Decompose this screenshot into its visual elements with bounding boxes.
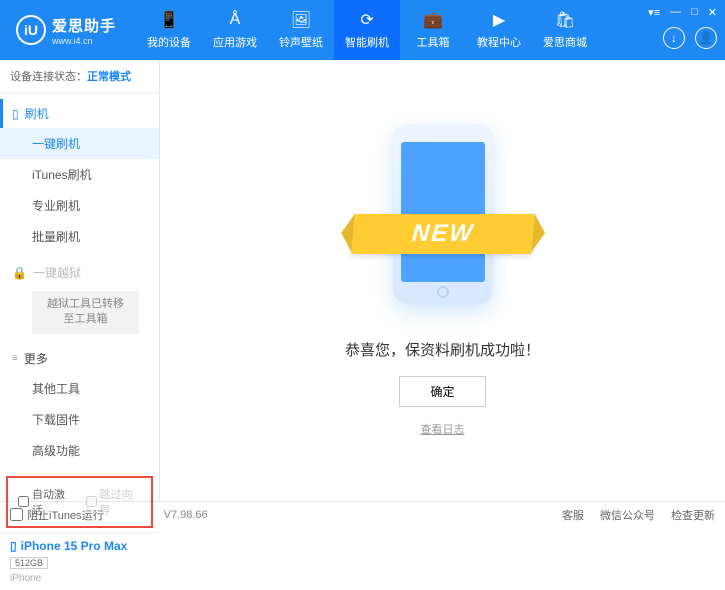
tab-toolbox[interactable]: 💼工具箱 xyxy=(400,0,466,60)
maximize-icon[interactable]: □ xyxy=(691,6,698,19)
device-icon: 📱 xyxy=(159,10,179,30)
device-capacity: 512GB xyxy=(10,557,48,569)
tutorial-icon: ▶ xyxy=(489,10,509,30)
lock-icon: 🔒 xyxy=(12,266,27,280)
main-content: NEW 恭喜您，保资料刷机成功啦！ 确定 查看日志 xyxy=(160,60,725,501)
sidebar-item-othertools[interactable]: 其他工具 xyxy=(0,373,159,404)
sidebar-item-itunes[interactable]: iTunes刷机 xyxy=(0,159,159,190)
device-icon: ▯ xyxy=(10,539,17,553)
nav-tabs: 📱我的设备 Å应用游戏 🖼铃声壁纸 ⟳智能刷机 💼工具箱 ▶教程中心 🛍爱思商城 xyxy=(136,0,598,60)
success-message: 恭喜您，保资料刷机成功啦！ xyxy=(345,339,540,360)
version-label: V7.98.66 xyxy=(164,509,208,521)
checkbox-block-itunes[interactable]: 阻止iTunes运行 xyxy=(10,507,104,523)
user-icon[interactable]: 👤 xyxy=(695,27,717,49)
tab-apps[interactable]: Å应用游戏 xyxy=(202,0,268,60)
sidebar-item-batch[interactable]: 批量刷机 xyxy=(0,221,159,252)
footer-link-wechat[interactable]: 微信公众号 xyxy=(600,507,655,523)
logo: iU 爱思助手 www.i4.cn xyxy=(8,15,116,46)
minimize-icon[interactable]: — xyxy=(670,6,681,19)
apps-icon: Å xyxy=(225,10,245,30)
phone-icon: ▯ xyxy=(12,107,19,121)
tab-ringtones[interactable]: 🖼铃声壁纸 xyxy=(268,0,334,60)
device-type: iPhone xyxy=(10,573,149,584)
view-log-link[interactable]: 查看日志 xyxy=(421,421,465,437)
window-controls: ▾≡ — □ ✕ xyxy=(648,6,717,19)
toolbox-icon: 💼 xyxy=(423,10,443,30)
sidebar-item-oneclick[interactable]: 一键刷机 xyxy=(0,128,159,159)
sidebar-more-header[interactable]: ≡ 更多 xyxy=(0,344,159,373)
tab-tutorials[interactable]: ▶教程中心 xyxy=(466,0,532,60)
sidebar: 设备连接状态：正常模式 ▯ 刷机 一键刷机 iTunes刷机 专业刷机 批量刷机… xyxy=(0,60,160,501)
new-banner: NEW xyxy=(351,214,534,254)
footer-link-update[interactable]: 检查更新 xyxy=(671,507,715,523)
ringtone-icon: 🖼 xyxy=(291,10,311,30)
sidebar-flash-header[interactable]: ▯ 刷机 xyxy=(0,99,159,128)
ok-button[interactable]: 确定 xyxy=(399,376,485,407)
app-header: iU 爱思助手 www.i4.cn 📱我的设备 Å应用游戏 🖼铃声壁纸 ⟳智能刷… xyxy=(0,0,725,60)
sidebar-item-advanced[interactable]: 高级功能 xyxy=(0,435,159,466)
sidebar-jailbreak-note: 越狱工具已转移至工具箱 xyxy=(32,291,139,334)
app-url: www.i4.cn xyxy=(52,36,116,46)
shop-icon: 🛍 xyxy=(555,10,575,30)
tab-flash[interactable]: ⟳智能刷机 xyxy=(334,0,400,60)
sidebar-item-firmware[interactable]: 下载固件 xyxy=(0,404,159,435)
device-name[interactable]: ▯ iPhone 15 Pro Max xyxy=(10,539,149,553)
app-title: 爱思助手 xyxy=(52,15,116,36)
download-icon[interactable]: ↓ xyxy=(663,27,685,49)
sidebar-jailbreak-header: 🔒 一键越狱 xyxy=(0,258,159,287)
sidebar-item-pro[interactable]: 专业刷机 xyxy=(0,190,159,221)
device-info: ▯ iPhone 15 Pro Max 512GB iPhone xyxy=(0,532,159,590)
tab-shop[interactable]: 🛍爱思商城 xyxy=(532,0,598,60)
footer-link-support[interactable]: 客服 xyxy=(562,507,584,523)
logo-icon: iU xyxy=(16,15,46,45)
menu-icon[interactable]: ▾≡ xyxy=(648,6,660,19)
tab-my-device[interactable]: 📱我的设备 xyxy=(136,0,202,60)
phone-illustration: NEW xyxy=(363,124,523,324)
flash-icon: ⟳ xyxy=(357,10,377,30)
hamburger-icon: ≡ xyxy=(12,353,18,364)
close-icon[interactable]: ✕ xyxy=(708,6,717,19)
device-status: 设备连接状态：正常模式 xyxy=(0,60,159,93)
